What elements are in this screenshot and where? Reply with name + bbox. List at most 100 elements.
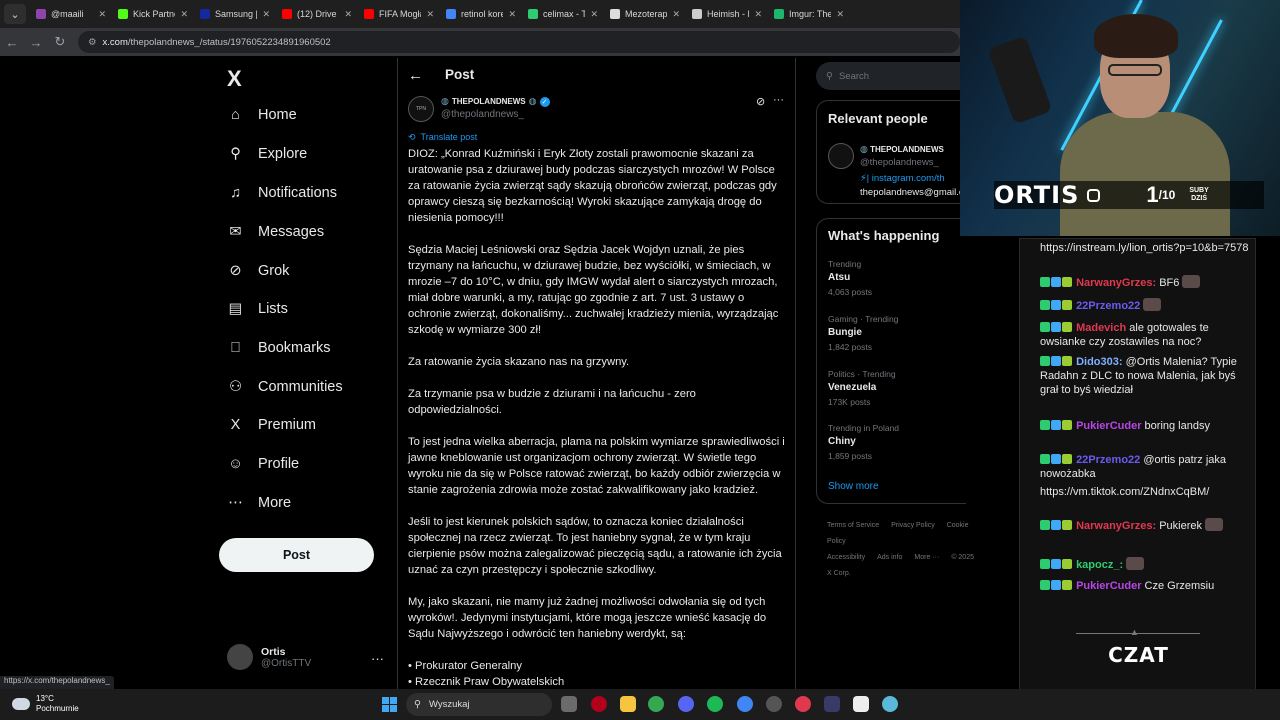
trend-item[interactable]: Gaming · Trending Bungie 1,842 posts <box>828 314 898 352</box>
chat-username[interactable]: Madevich <box>1076 322 1126 334</box>
nav-item-lists[interactable]: ▤ Lists <box>227 300 288 317</box>
trend-item[interactable]: Trending in Poland Chiny 1,859 posts <box>828 423 899 461</box>
translate-post-link[interactable]: ⟲ Translate post <box>408 132 477 143</box>
footer-link[interactable]: Terms of Service <box>827 522 879 529</box>
post-paragraph: DIOZ: „Konrad Kuźmiński i Eryk Złoty zos… <box>408 148 777 224</box>
chat-username[interactable]: PukierCuder <box>1076 580 1141 592</box>
app-icon[interactable] <box>766 696 782 712</box>
nav-item-profile[interactable]: ☺ Profile <box>227 455 299 472</box>
reload-icon[interactable]: ↻ <box>48 34 72 50</box>
trend-posts: 4,063 posts <box>828 287 872 297</box>
app-icon[interactable] <box>882 696 898 712</box>
search-box[interactable]: ⚲ Search <box>816 62 966 90</box>
close-icon[interactable]: ✕ <box>590 9 598 20</box>
relevant-bio-link[interactable]: ⚡| instagram.com/th <box>860 173 945 184</box>
show-more-link[interactable]: Show more <box>828 481 879 492</box>
chat-username[interactable]: 22Przemo22 <box>1076 454 1140 466</box>
relevant-name[interactable]: ◍ THEPOLANDNEWS <box>860 144 944 155</box>
browser-tab[interactable]: FIFA Mogła ✕ <box>358 1 440 27</box>
tab-list-button[interactable]: ⌄ <box>4 4 26 24</box>
browser-tab[interactable]: Samsung | ✕ <box>194 1 276 27</box>
nav-item-explore[interactable]: ⚲ Explore <box>227 145 307 162</box>
chat-username[interactable]: NarwanyGrzes: <box>1076 520 1156 532</box>
close-icon[interactable]: ✕ <box>180 9 188 20</box>
browser-tab[interactable]: Kick Partner ✕ <box>112 1 194 27</box>
close-icon[interactable]: ✕ <box>426 9 434 20</box>
browser-tab[interactable]: Mezoterapi ✕ <box>604 1 686 27</box>
weather-widget[interactable]: 13°C Pochmurnie <box>12 694 79 714</box>
tab-title: Heimish - Bo <box>707 9 749 19</box>
nav-item-grok[interactable]: ⊘ Grok <box>227 262 289 279</box>
site-info-icon[interactable]: ⚙ <box>88 37 97 48</box>
trend-context: Gaming · Trending <box>828 314 899 324</box>
footer-link[interactable]: Accessibility <box>827 554 865 561</box>
chat-username[interactable]: NarwanyGrzes: <box>1076 277 1156 289</box>
nav-item-communities[interactable]: ⚇ Communities <box>227 378 343 395</box>
browser-tab[interactable]: @maaili ✕ <box>30 1 112 27</box>
obs-icon[interactable] <box>824 696 840 712</box>
task-view-icon[interactable] <box>561 696 577 712</box>
back-icon[interactable]: ← <box>0 35 24 50</box>
relevant-avatar[interactable] <box>828 143 854 169</box>
author-handle[interactable]: @thepolandnews_ <box>441 109 524 120</box>
browser-tab[interactable]: Imgur: The m ✕ <box>768 1 850 27</box>
nav-item-messages[interactable]: ✉ Messages <box>227 223 324 240</box>
chat-username[interactable]: PukierCuder <box>1076 420 1141 432</box>
opera-icon[interactable] <box>591 696 607 712</box>
chrome-icon[interactable] <box>648 696 664 712</box>
app-icon[interactable] <box>853 696 869 712</box>
folder-icon[interactable] <box>620 696 636 712</box>
close-icon[interactable]: ✕ <box>344 9 352 20</box>
close-icon[interactable]: ✕ <box>262 9 270 20</box>
footer-link[interactable]: Ads info <box>877 554 902 561</box>
footer-link[interactable]: More ··· <box>914 554 939 561</box>
discord-icon[interactable] <box>678 696 694 712</box>
spotify-icon[interactable] <box>707 696 723 712</box>
close-icon[interactable]: ✕ <box>836 9 844 20</box>
trend-item[interactable]: Trending Atsu 4,063 posts <box>828 259 872 297</box>
back-arrow-icon[interactable]: ← <box>408 67 423 84</box>
trend-name: Venezuela <box>828 382 877 393</box>
post-paragraph: Za ratowanie życia skazano nas na grzywn… <box>408 356 630 368</box>
author-avatar[interactable]: TPN <box>408 96 434 122</box>
relevant-handle[interactable]: @thepolandnews_ <box>860 157 939 168</box>
nav-item-bookmarks[interactable]: ⎕ Bookmarks <box>227 339 330 356</box>
nav-item-home[interactable]: ⌂ Home <box>227 106 297 123</box>
nav-item-premium[interactable]: X Premium <box>227 416 316 433</box>
trend-item[interactable]: Politics · Trending Venezuela 173K posts <box>828 369 896 407</box>
more-options-icon[interactable]: ··· <box>773 94 784 106</box>
browser-tab[interactable]: Heimish - Bo ✕ <box>686 1 768 27</box>
browser-tab[interactable]: retinol korea ✕ <box>440 1 522 27</box>
browser-tab[interactable]: (12) Drive Th ✕ <box>276 1 358 27</box>
post-paragraph: Za trzymanie psa w budzie z dziurami i n… <box>408 388 696 416</box>
close-icon[interactable]: ✕ <box>672 9 680 20</box>
chat-username[interactable]: Dido303: <box>1076 356 1122 368</box>
taskbar-search[interactable]: ⚲ Wyszukaj <box>406 693 552 716</box>
tab-strip: @maaili✕Kick Partner✕Samsung |✕(12) Driv… <box>30 1 850 27</box>
x-logo[interactable]: X <box>227 66 242 92</box>
nav-item-notifications[interactable]: ♫ Notifications <box>227 184 337 201</box>
url-field[interactable]: ⚙ x.com/thepolandnews_/status/1976052234… <box>78 31 960 53</box>
forward-icon[interactable]: → <box>24 35 48 50</box>
close-icon[interactable]: ✕ <box>98 9 106 20</box>
account-more-icon[interactable]: ··· <box>371 651 384 666</box>
author-name-row[interactable]: ◍ THEPOLANDNEWS ◍ ✓ <box>441 96 550 107</box>
account-switcher[interactable]: Ortis @OrtisTTV <box>227 644 311 670</box>
grok-icon[interactable]: ⊘ <box>756 95 765 108</box>
chat-username[interactable]: 22Przemo22 <box>1076 300 1140 312</box>
chat-badge-icon <box>1040 454 1050 464</box>
chat-username[interactable]: kapocz_: <box>1076 559 1123 571</box>
windows-start-icon[interactable] <box>382 697 397 712</box>
tab-favicon-icon <box>528 9 538 19</box>
location-app-icon[interactable] <box>795 696 811 712</box>
footer-link[interactable]: Privacy Policy <box>891 522 935 529</box>
chrome-active-icon[interactable] <box>737 696 753 712</box>
close-icon[interactable]: ✕ <box>754 9 762 20</box>
tab-favicon-icon <box>446 9 456 19</box>
close-icon[interactable]: ✕ <box>508 9 516 20</box>
post-button[interactable]: Post <box>219 538 374 572</box>
weather-desc: Pochmurnie <box>36 704 79 713</box>
browser-tab[interactable]: celimax - Th ✕ <box>522 1 604 27</box>
nav-item-more[interactable]: ⋯ More <box>227 494 291 511</box>
chat-badge-icon <box>1040 356 1050 366</box>
